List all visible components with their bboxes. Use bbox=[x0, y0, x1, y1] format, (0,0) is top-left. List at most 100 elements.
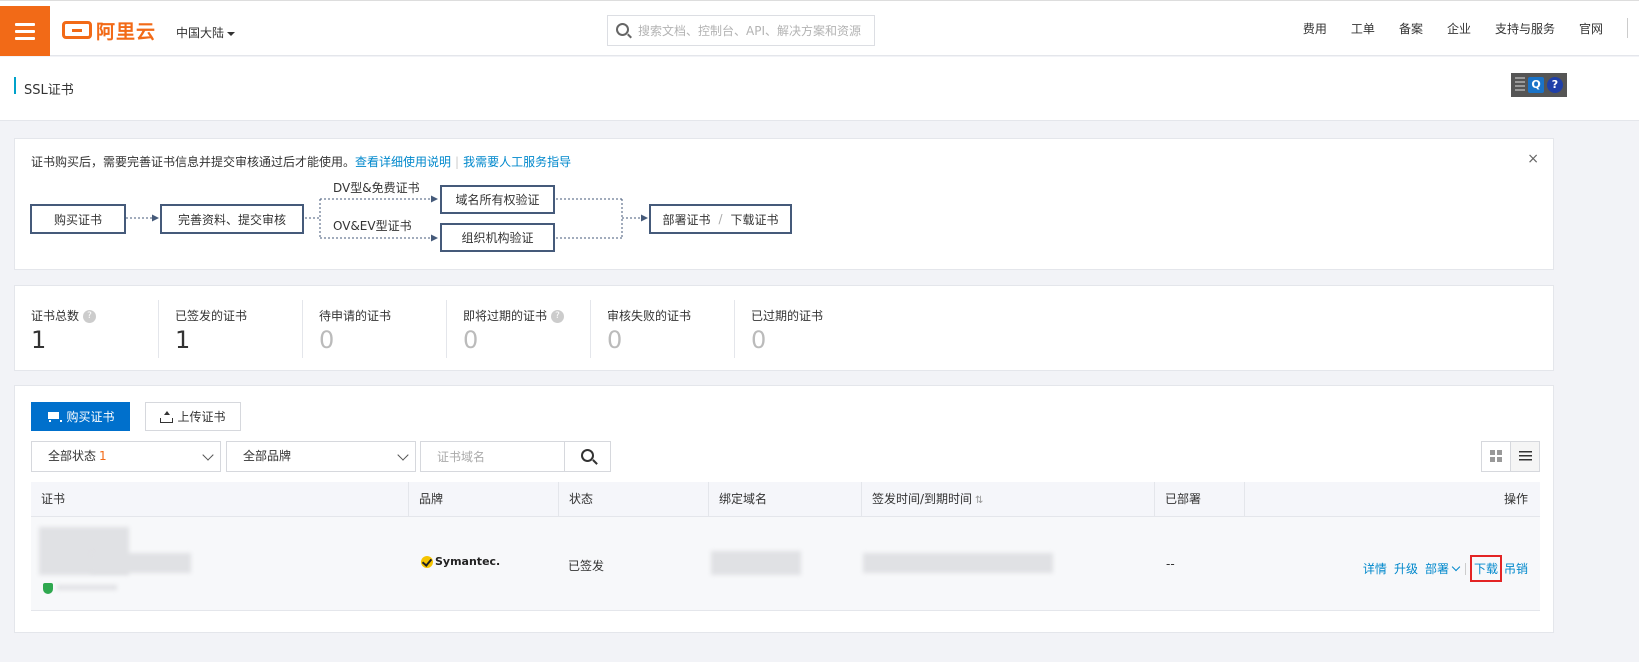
floating-tool-widget[interactable]: Q ? bbox=[1511, 73, 1567, 97]
stat-label: 已签发的证书 bbox=[175, 309, 248, 323]
brand-logo: Symantec. bbox=[421, 555, 500, 568]
brand-filter-label: 全部品牌 bbox=[243, 449, 292, 463]
step-separator: / bbox=[718, 212, 723, 226]
top-nav: 费用 工单 备案 企业 支持与服务 官网 bbox=[1303, 0, 1639, 56]
global-search-input[interactable] bbox=[638, 21, 868, 41]
shield-icon bbox=[43, 583, 53, 594]
stat-value: 1 bbox=[31, 326, 47, 354]
page-title: SSL证书 bbox=[24, 83, 74, 98]
usage-guide-panel: 证书购买后，需要完善证书信息并提交审核通过后才能使用。查看详细使用说明 | 我需要人… bbox=[14, 138, 1554, 270]
nav-billing[interactable]: 费用 bbox=[1303, 20, 1327, 37]
divider bbox=[1464, 562, 1466, 575]
col-issue-expire-time[interactable]: 签发时间/到期时间 ⇅ bbox=[861, 482, 1154, 517]
question-icon[interactable]: ? bbox=[551, 310, 565, 323]
cart-icon bbox=[46, 411, 63, 422]
stat-label: 已过期的证书 bbox=[751, 309, 824, 323]
view-toggle bbox=[1481, 441, 1540, 472]
col-brand: 品牌 bbox=[408, 482, 558, 517]
upload-icon bbox=[160, 410, 174, 423]
certificate-list-panel: 购买证书 上传证书 全部状态1 全部品牌 证书 品牌 状态 绑定域名 签发时间/… bbox=[14, 385, 1554, 633]
step-deploy-download: 部署证书 / 下载证书 bbox=[649, 204, 792, 234]
upgrade-link[interactable]: 升级 bbox=[1394, 560, 1418, 577]
list-view-icon[interactable] bbox=[1511, 442, 1539, 471]
download-link[interactable]: 下载 bbox=[1469, 555, 1502, 582]
chevron-down-icon bbox=[202, 449, 214, 461]
menu-icon[interactable] bbox=[0, 6, 50, 56]
domain-search-button[interactable] bbox=[564, 441, 611, 472]
nav-icp[interactable]: 备案 bbox=[1399, 20, 1423, 37]
chevron-down-icon bbox=[1451, 562, 1461, 572]
step-buy: 购买证书 bbox=[30, 204, 126, 234]
nav-support[interactable]: 支持与服务 bbox=[1495, 20, 1555, 37]
revoke-link[interactable]: 吊销 bbox=[1504, 560, 1528, 577]
redacted-issue-time bbox=[863, 553, 1053, 573]
nav-enterprise[interactable]: 企业 bbox=[1447, 20, 1471, 37]
symantec-check-icon bbox=[421, 555, 433, 568]
col-domain: 绑定域名 bbox=[708, 482, 861, 517]
search-icon bbox=[581, 449, 594, 462]
domain-search-input[interactable] bbox=[421, 442, 564, 471]
question-icon[interactable]: ? bbox=[83, 310, 97, 323]
stat-failed[interactable]: 审核失败的证书 0 bbox=[591, 286, 735, 372]
status-value: 已签发 bbox=[568, 559, 605, 573]
page-header: SSL证书 Q ? bbox=[0, 57, 1639, 121]
sort-icon[interactable]: ⇅ bbox=[975, 483, 983, 518]
col-issue-expire-label: 签发时间/到期时间 bbox=[872, 492, 973, 506]
stat-value: 0 bbox=[607, 326, 623, 354]
buy-certificate-button[interactable]: 购买证书 bbox=[31, 402, 130, 431]
stat-total[interactable]: 证书总数? 1 bbox=[15, 286, 159, 372]
drag-handle-icon[interactable] bbox=[1515, 77, 1525, 93]
stat-expired[interactable]: 已过期的证书 0 bbox=[735, 286, 879, 372]
redacted-certificate-id bbox=[91, 553, 191, 573]
brand-filter-select[interactable]: 全部品牌 bbox=[226, 441, 416, 472]
q-icon[interactable]: Q bbox=[1528, 77, 1544, 93]
stat-label: 审核失败的证书 bbox=[607, 309, 692, 323]
stat-value: 0 bbox=[463, 326, 479, 354]
col-deployed: 已部署 bbox=[1154, 482, 1244, 517]
brand-name: Symantec. bbox=[435, 555, 501, 568]
caret-down-icon bbox=[227, 31, 236, 36]
status-filter-count: 1 bbox=[99, 449, 107, 463]
stat-pending[interactable]: 待申请的证书 0 bbox=[303, 286, 447, 372]
help-icon[interactable]: ? bbox=[1547, 77, 1563, 93]
nav-tickets[interactable]: 工单 bbox=[1351, 20, 1375, 37]
global-search[interactable] bbox=[607, 15, 875, 46]
grid-view-icon[interactable] bbox=[1482, 442, 1511, 471]
status-filter-select[interactable]: 全部状态 1 bbox=[31, 441, 221, 472]
dv-branch-label: DV型&免费证书 bbox=[333, 181, 420, 195]
stat-expiring[interactable]: 即将过期的证书? 0 bbox=[447, 286, 591, 372]
step-org-verify: 组织机构验证 bbox=[440, 223, 555, 252]
detail-link[interactable]: 详情 bbox=[1363, 560, 1387, 577]
deploy-dropdown[interactable]: 部署 bbox=[1424, 560, 1461, 577]
stat-value: 0 bbox=[751, 326, 767, 354]
redacted-domain bbox=[711, 551, 801, 575]
chevron-down-icon bbox=[397, 449, 409, 461]
upload-certificate-button[interactable]: 上传证书 bbox=[145, 402, 241, 431]
step-download-label: 下载证书 bbox=[730, 212, 779, 227]
logo-text: 阿里云 bbox=[96, 20, 157, 43]
nav-website[interactable]: 官网 bbox=[1579, 20, 1603, 37]
col-status: 状态 bbox=[558, 482, 708, 517]
deployed-value: -- bbox=[1166, 557, 1175, 571]
stat-label: 即将过期的证书? bbox=[463, 307, 565, 324]
row-actions: 详情 升级 部署 下载 吊销 bbox=[1356, 555, 1528, 582]
table-row: Symantec. 已签发 -- 详情 升级 部署 下载 吊销 bbox=[31, 517, 1540, 611]
top-bar: 阿里云 中国大陆 费用 工单 备案 企业 支持与服务 官网 bbox=[0, 0, 1639, 56]
region-selector[interactable]: 中国大陆 bbox=[176, 24, 236, 41]
status-filter-label: 全部状态 bbox=[48, 449, 97, 463]
redacted-certificate-type bbox=[57, 585, 117, 590]
aliyun-logo[interactable]: 阿里云 bbox=[62, 18, 157, 43]
deploy-label: 部署 bbox=[1424, 562, 1449, 576]
search-icon bbox=[616, 23, 629, 36]
domain-search[interactable] bbox=[420, 441, 565, 472]
stat-label: 证书总数? bbox=[31, 307, 97, 324]
stat-value: 1 bbox=[175, 326, 191, 354]
certificate-stats-panel: 证书总数? 1 已签发的证书 1 待申请的证书 0 即将过期的证书? 0 审核失… bbox=[14, 285, 1554, 371]
nav-edge-divider bbox=[1627, 18, 1639, 38]
upload-certificate-label: 上传证书 bbox=[177, 410, 226, 424]
step-domain-verify: 域名所有权验证 bbox=[440, 185, 555, 214]
stat-total-label: 证书总数 bbox=[31, 309, 80, 323]
stat-issued[interactable]: 已签发的证书 1 bbox=[159, 286, 303, 372]
col-certificate: 证书 bbox=[41, 492, 66, 506]
logo-mark-icon bbox=[62, 21, 92, 39]
